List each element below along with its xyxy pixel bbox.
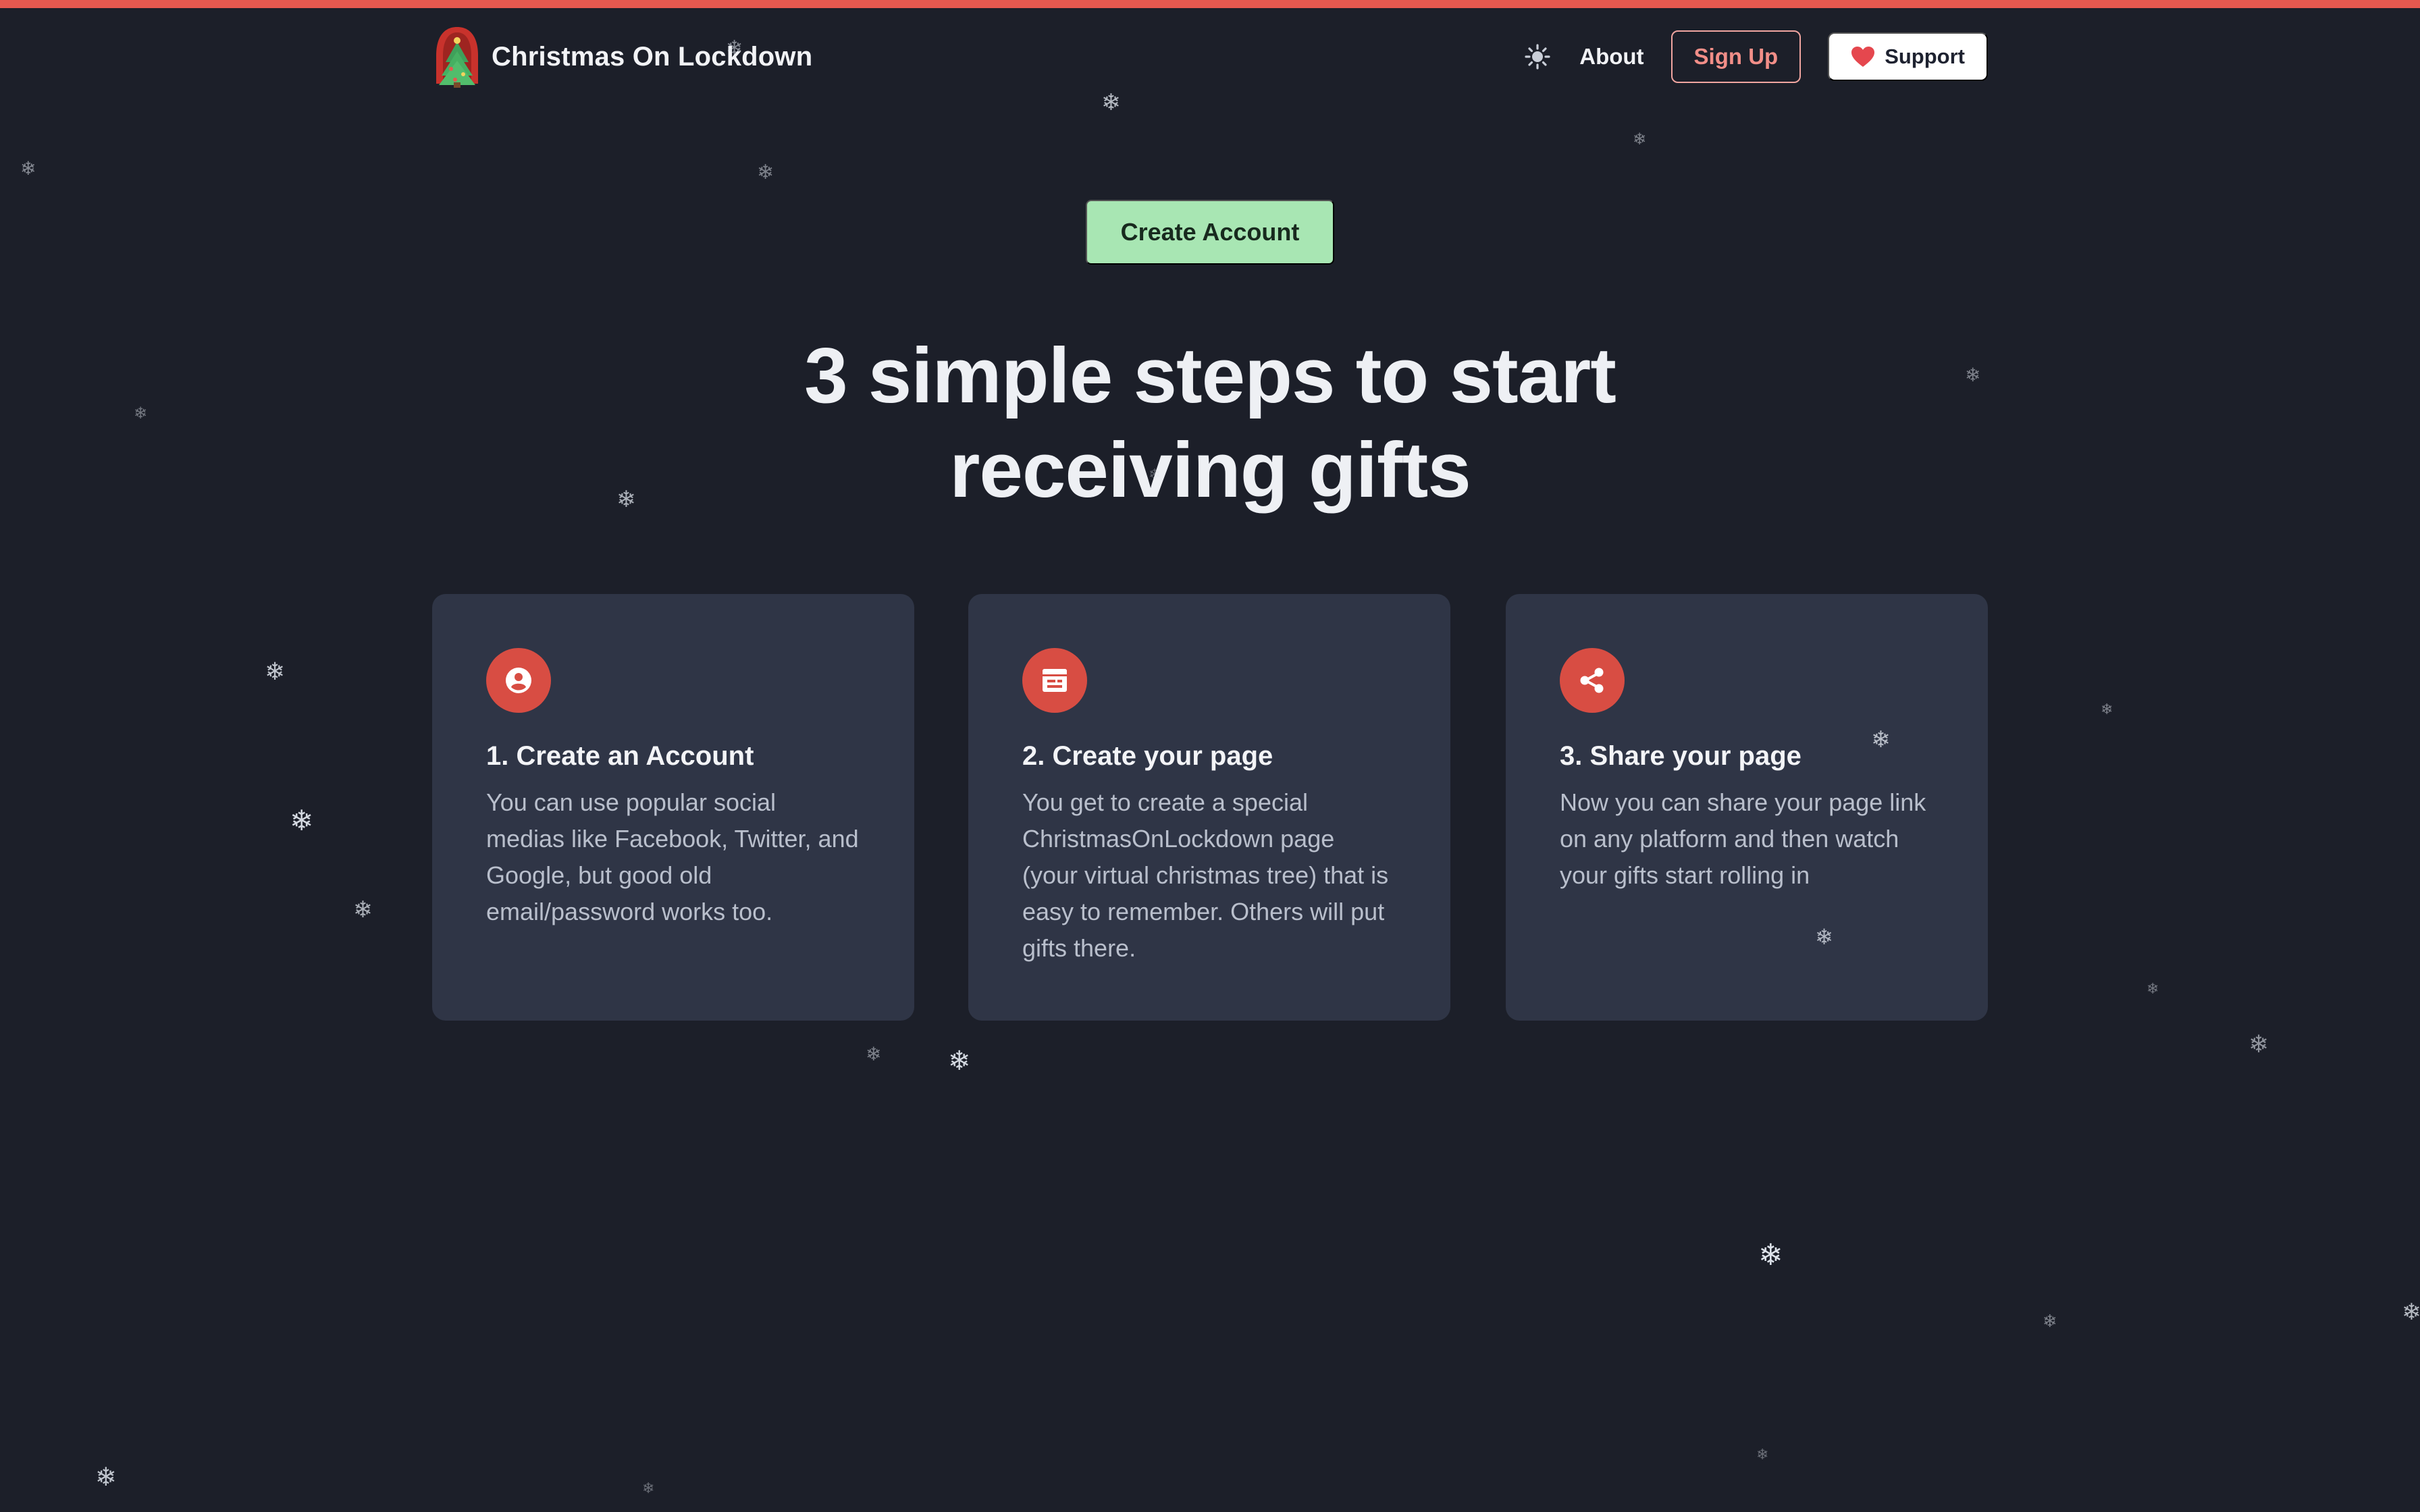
- step-title: 2. Create your page: [1022, 741, 1273, 771]
- support-button[interactable]: Support: [1828, 32, 1988, 81]
- snowflake-icon: ❄: [2402, 1299, 2420, 1326]
- snowflake-icon: ❄: [616, 486, 636, 513]
- step-description: Now you can share your page link on any …: [1560, 788, 1926, 889]
- snowflake-icon: ❄: [1965, 364, 1981, 386]
- signup-button[interactable]: Sign Up: [1671, 30, 1801, 83]
- snowflake-icon: ❄: [948, 1046, 971, 1077]
- step-card-create-account: 1. Create an Account You can use popular…: [432, 594, 914, 1021]
- snowflake-icon: ❄: [1101, 89, 1121, 116]
- heart-icon: [1851, 47, 1875, 67]
- page-title: 3 simple steps to start receiving gifts: [670, 328, 1750, 517]
- site-header: Christmas On Lockdown About Sign Up Supp…: [432, 24, 1988, 89]
- theme-toggle-button[interactable]: [1520, 39, 1555, 74]
- share-icon: [1580, 668, 1604, 693]
- step-icon-circle: [1560, 648, 1625, 713]
- step-title: 1. Create an Account: [486, 741, 754, 771]
- snowflake-icon: ❄: [757, 161, 774, 184]
- step-card-create-page: 2. Create your page You get to create a …: [968, 594, 1450, 1021]
- create-account-button[interactable]: Create Account: [1086, 200, 1334, 265]
- page-icon: [1043, 669, 1067, 692]
- step-description: You can use popular social medias like F…: [486, 788, 859, 925]
- brand-name: Christmas On Lockdown: [492, 41, 813, 72]
- main-nav: About Sign Up Support: [1520, 30, 1988, 84]
- christmas-tree-logo-icon: [436, 27, 478, 88]
- snowflake-icon: ❄: [2043, 1312, 2057, 1332]
- snowflake-icon: ❄: [2147, 981, 2159, 998]
- support-label: Support: [1885, 45, 1965, 68]
- snowflake-icon: ❄: [353, 896, 373, 923]
- nav-about-link[interactable]: About: [1579, 44, 1643, 70]
- snowflake-icon: ❄: [1633, 130, 1647, 148]
- snowflake-icon: ❄: [2248, 1031, 2269, 1058]
- snowflake-icon: ❄: [866, 1043, 882, 1065]
- snowflake-icon: ❄: [2101, 701, 2113, 718]
- top-accent-bar: [0, 0, 2420, 8]
- brand-link[interactable]: Christmas On Lockdown: [432, 24, 812, 89]
- step-icon-circle: [486, 648, 551, 713]
- snowflake-icon: ❄: [265, 658, 286, 686]
- step-icon-circle: [1022, 648, 1087, 713]
- step-card-share-page: 3. Share your page Now you can share you…: [1506, 594, 1988, 1021]
- step-title: 3. Share your page: [1560, 741, 1801, 771]
- snowflake-icon: ❄: [20, 157, 36, 180]
- sun-icon: [1525, 44, 1550, 70]
- snowflake-icon: ❄: [1758, 1238, 1783, 1272]
- user-circle-icon: [506, 668, 531, 693]
- snowflake-icon: ❄: [290, 804, 314, 837]
- headline-line-2: receiving gifts: [949, 426, 1471, 514]
- snowflake-icon: ❄: [642, 1480, 655, 1497]
- snowflake-icon: ❄: [95, 1462, 117, 1492]
- snowflake-icon: ❄: [134, 404, 148, 423]
- step-description: You get to create a special ChristmasOnL…: [1022, 788, 1389, 962]
- headline-line-1: 3 simple steps to start: [804, 331, 1616, 419]
- snowflake-icon: ❄: [1756, 1447, 1769, 1463]
